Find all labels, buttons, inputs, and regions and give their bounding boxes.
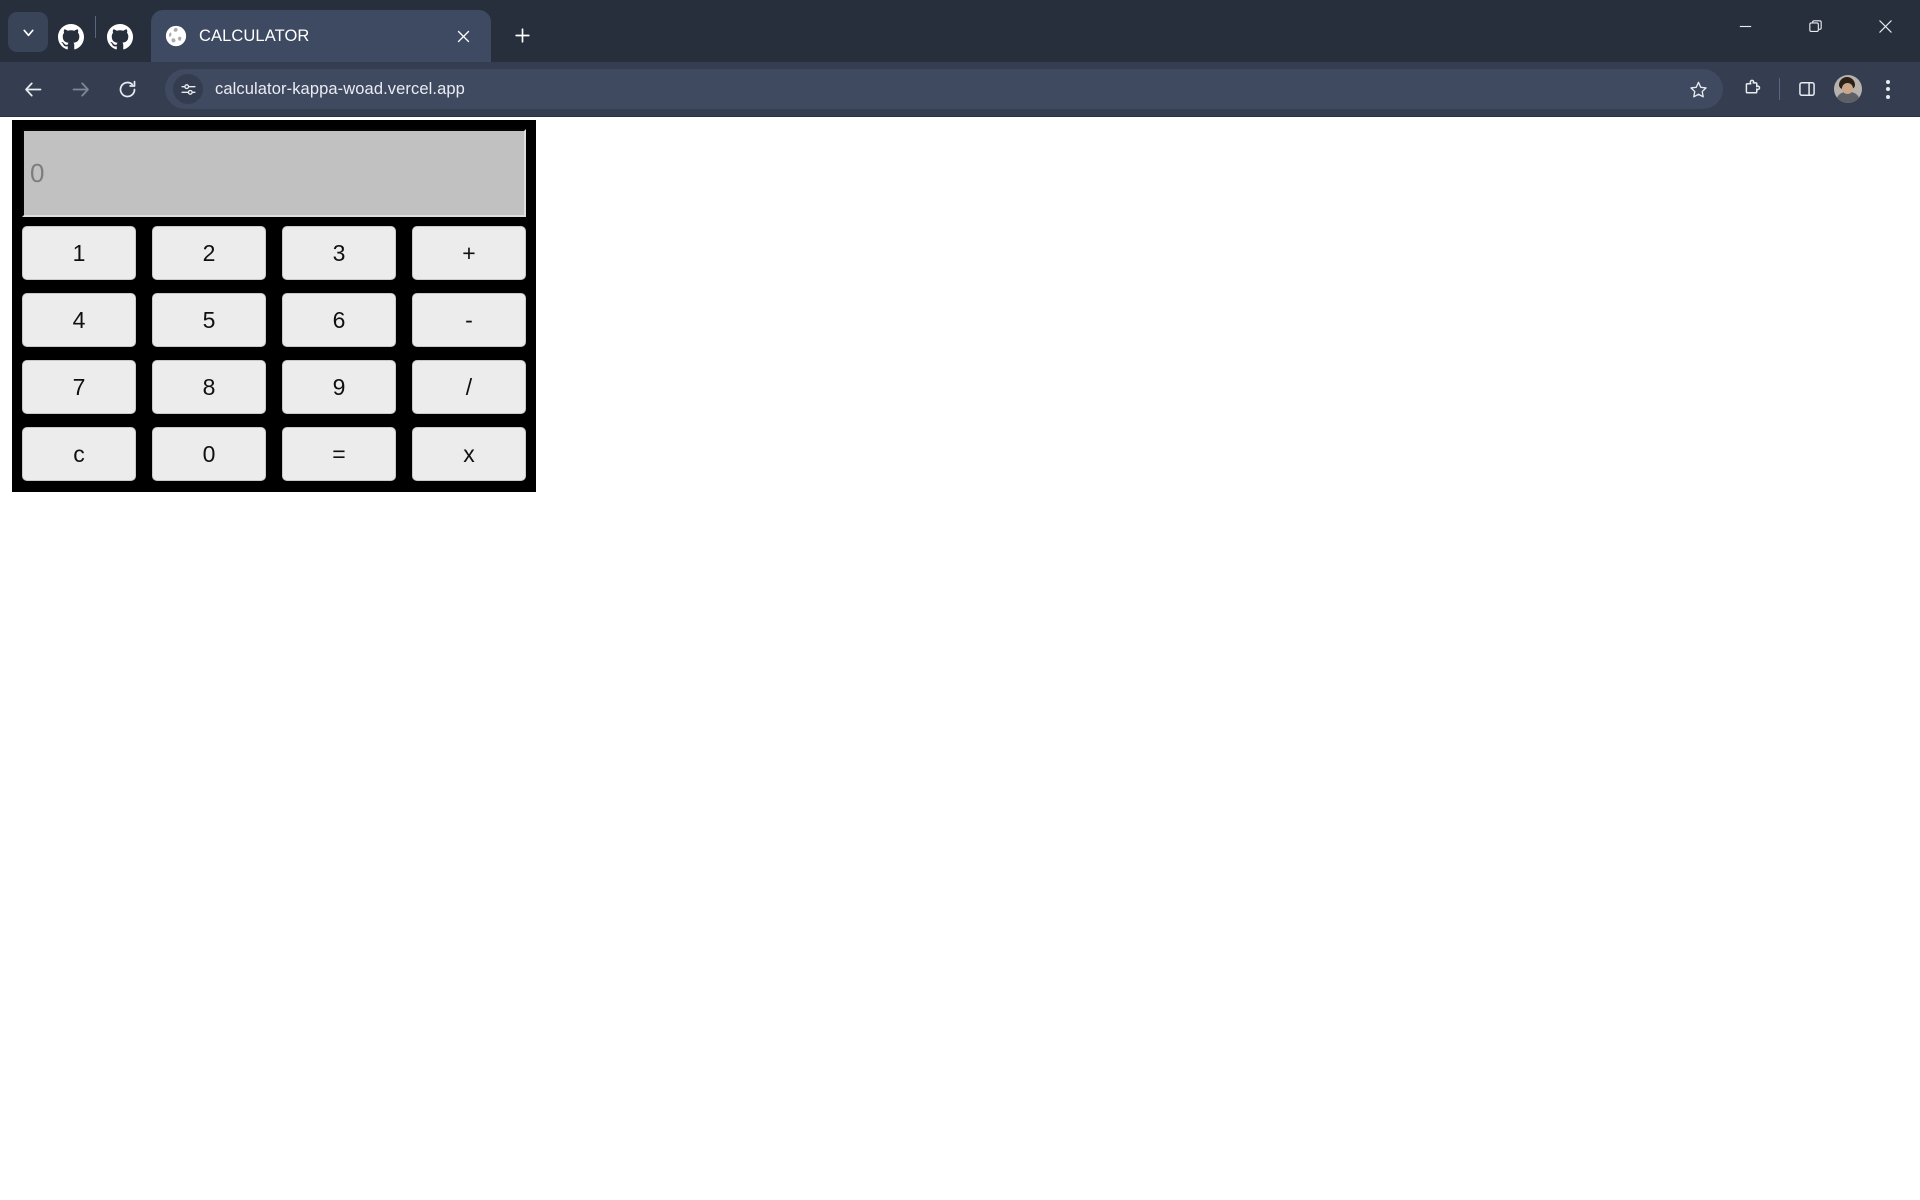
calculator-display-input[interactable]: [22, 129, 526, 217]
github-icon: [58, 24, 84, 50]
tune-icon: [180, 83, 196, 95]
calc-button-0[interactable]: 0: [152, 427, 266, 481]
new-tab-button[interactable]: [501, 14, 543, 56]
site-settings-button[interactable]: [173, 74, 203, 104]
close-icon: [457, 30, 469, 42]
calc-button-3[interactable]: 3: [282, 226, 396, 280]
github-icon: [107, 24, 133, 50]
back-button[interactable]: [12, 68, 54, 110]
forward-button[interactable]: [59, 68, 101, 110]
tab-search-button[interactable]: [8, 12, 48, 52]
chevron-down-icon: [22, 29, 34, 36]
reload-button[interactable]: [106, 68, 148, 110]
minimize-button[interactable]: [1710, 0, 1780, 52]
calculator-app: 1 2 3 + 4 5 6 - 7 8 9 / c 0 = x: [12, 120, 536, 492]
calc-button-4[interactable]: 4: [22, 293, 136, 347]
calc-button-6[interactable]: 6: [282, 293, 396, 347]
calc-button-equals[interactable]: =: [282, 427, 396, 481]
calculator-display-wrapper: [22, 129, 526, 217]
plus-icon: [514, 27, 530, 43]
tab-title: CALCULATOR: [199, 26, 310, 45]
browser-window: CALCULATOR calculator-kappa-woad.vercel.…: [0, 0, 1920, 1200]
calc-button-multiply[interactable]: x: [412, 427, 526, 481]
globe-icon-glyph: [165, 25, 187, 47]
browser-toolbar: calculator-kappa-woad.vercel.app: [0, 62, 1920, 117]
chrome-menu-button[interactable]: [1868, 68, 1908, 110]
calc-button-5[interactable]: 5: [152, 293, 266, 347]
side-panel-icon: [1799, 82, 1815, 96]
maximize-button[interactable]: [1780, 0, 1850, 52]
bookmark-button[interactable]: [1681, 72, 1715, 106]
calc-button-divide[interactable]: /: [412, 360, 526, 414]
side-panel-button[interactable]: [1786, 68, 1828, 110]
arrow-left-icon: [24, 82, 41, 96]
arrow-right-icon: [72, 82, 89, 96]
page-viewport: 1 2 3 + 4 5 6 - 7 8 9 / c 0 = x: [0, 117, 1920, 1200]
calculator-keypad: 1 2 3 + 4 5 6 - 7 8 9 / c 0 = x: [22, 226, 526, 481]
avatar-face: [1842, 83, 1853, 94]
menu-dot: [1886, 87, 1890, 91]
profile-avatar[interactable]: [1834, 75, 1862, 103]
menu-dot: [1886, 94, 1890, 99]
tab-strip: CALCULATOR: [0, 0, 543, 62]
calc-button-clear[interactable]: c: [22, 427, 136, 481]
calc-button-8[interactable]: 8: [152, 360, 266, 414]
github-tab-2[interactable]: [97, 12, 143, 62]
title-bar: CALCULATOR: [0, 0, 1920, 62]
close-window-button[interactable]: [1850, 0, 1920, 52]
globe-icon: [165, 25, 187, 47]
reload-icon: [119, 80, 135, 97]
calc-button-1[interactable]: 1: [22, 226, 136, 280]
window-controls: [1710, 0, 1920, 52]
calc-button-plus[interactable]: +: [412, 226, 526, 280]
toolbar-separator: [1779, 78, 1780, 100]
calc-button-2[interactable]: 2: [152, 226, 266, 280]
restore-icon: [1808, 19, 1822, 32]
calc-button-9[interactable]: 9: [282, 360, 396, 414]
calc-button-7[interactable]: 7: [22, 360, 136, 414]
url-text[interactable]: calculator-kappa-woad.vercel.app: [215, 80, 1681, 99]
close-icon: [1878, 19, 1892, 33]
puzzle-icon: [1745, 79, 1761, 94]
address-bar[interactable]: calculator-kappa-woad.vercel.app: [165, 69, 1723, 109]
calc-button-minus[interactable]: -: [412, 293, 526, 347]
tab-calculator[interactable]: CALCULATOR: [151, 10, 491, 62]
tab-close-button[interactable]: [449, 22, 477, 50]
star-icon: [1689, 81, 1707, 97]
menu-dot: [1886, 79, 1890, 84]
extensions-button[interactable]: [1731, 68, 1773, 110]
tab-separator: [95, 16, 96, 38]
github-tab-1[interactable]: [48, 12, 94, 62]
minimize-icon: [1739, 25, 1751, 27]
